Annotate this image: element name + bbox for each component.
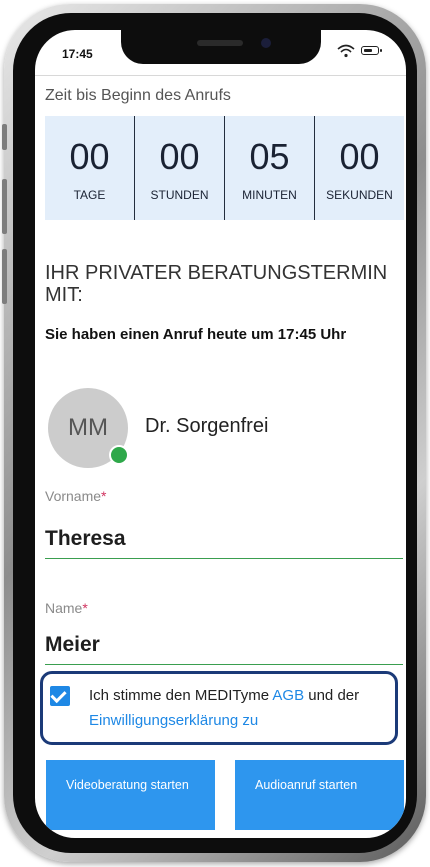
doctor-name: Dr. Sorgenfrei: [145, 415, 269, 437]
countdown-value: 00: [69, 136, 110, 177]
last-name-underline: [45, 664, 403, 665]
last-name-field[interactable]: Meier: [45, 633, 100, 657]
wifi-icon: [337, 44, 355, 58]
appointment-heading: IHR PRIVATER BERATUNGSTERMIN MIT:: [45, 262, 388, 306]
side-button: [2, 179, 7, 234]
speaker-icon: [197, 40, 243, 46]
countdown-value: 00: [159, 136, 200, 177]
audio-call-button-label: Audioanruf starten: [255, 778, 358, 792]
appointment-subheading: Sie haben einen Anruf heute um 17:45 Uhr: [45, 326, 347, 343]
consent-checkbox[interactable]: [50, 686, 70, 706]
consent-text-middle: und der: [304, 687, 360, 704]
consent-text-before: Ich stimme den MEDITyme: [89, 687, 273, 704]
last-name-label-text: Name: [45, 600, 83, 616]
audio-call-button[interactable]: Audioanruf starten: [235, 760, 404, 830]
required-mark: *: [82, 600, 88, 616]
countdown-label: Zeit bis Beginn des Anrufs: [45, 87, 231, 104]
consent-text: Ich stimme den MEDITyme AGB und der Einw…: [89, 683, 395, 733]
consent-link[interactable]: Einwilligungserklärung zu: [89, 712, 258, 729]
last-name-label: Name*: [45, 600, 88, 616]
checkmark-icon: [50, 686, 67, 704]
required-mark: *: [101, 488, 107, 504]
countdown-unit: STUNDEN: [150, 188, 209, 202]
countdown-minutes: 05 MINUTEN: [224, 116, 314, 220]
first-name-underline: [45, 558, 403, 559]
video-call-button[interactable]: Videoberatung starten: [46, 760, 215, 830]
status-time: 17:45: [62, 47, 93, 61]
first-name-label: Vorname*: [45, 488, 107, 504]
notch: [121, 30, 321, 64]
countdown-days: 00 TAGE: [45, 116, 134, 220]
countdown-unit: MINUTEN: [242, 188, 297, 202]
header-divider: [35, 75, 406, 76]
phone-frame: 17:45 Zeit bis Beginn des Anrufs 00 TAGE…: [2, 4, 426, 862]
countdown-timer: 00 TAGE 00 STUNDEN 05 MINUTEN 00 SEKUNDE…: [45, 116, 404, 220]
consent-box: Ich stimme den MEDITyme AGB und der Einw…: [40, 671, 398, 745]
app-screen: 17:45 Zeit bis Beginn des Anrufs 00 TAGE…: [35, 30, 406, 838]
first-name-label-text: Vorname: [45, 488, 102, 504]
side-button: [2, 249, 7, 304]
first-name-field[interactable]: Theresa: [45, 527, 126, 551]
agb-link[interactable]: AGB: [272, 687, 304, 704]
countdown-value: 05: [249, 136, 290, 177]
side-button: [2, 124, 7, 150]
countdown-unit: TAGE: [73, 188, 106, 202]
avatar-initials: MM: [68, 414, 108, 441]
countdown-seconds: 00 SEKUNDEN: [314, 116, 404, 220]
online-status-icon: [109, 445, 129, 465]
countdown-hours: 00 STUNDEN: [134, 116, 224, 220]
countdown-unit: SEKUNDEN: [326, 188, 393, 202]
battery-icon: [361, 46, 382, 55]
video-call-button-label: Videoberatung starten: [66, 778, 189, 792]
countdown-value: 00: [339, 136, 380, 177]
camera-icon: [261, 38, 271, 48]
